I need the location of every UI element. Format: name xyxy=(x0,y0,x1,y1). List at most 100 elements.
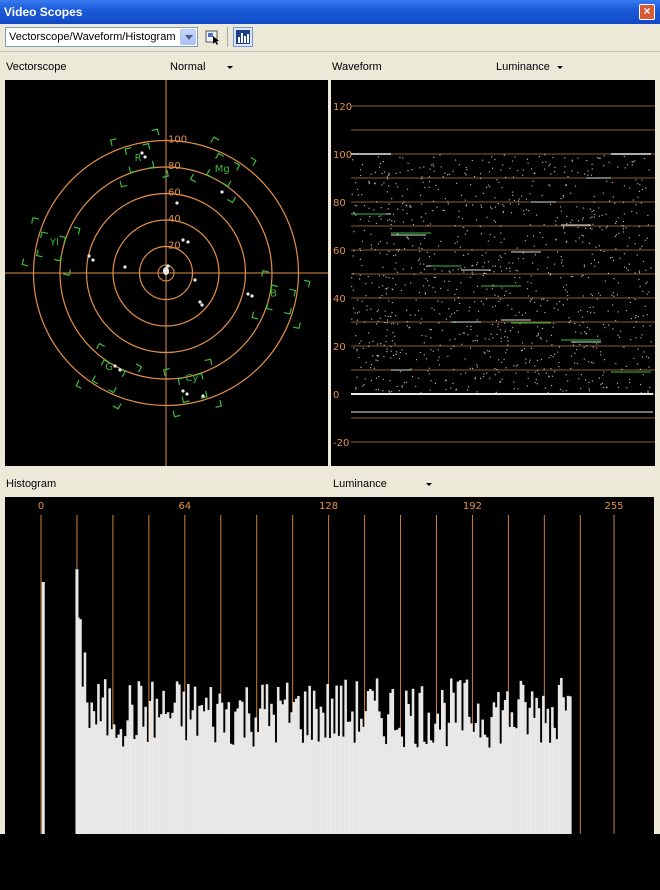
waveform-trace-dot xyxy=(465,174,467,176)
waveform-mode-dropdown[interactable]: Luminance xyxy=(496,61,550,73)
waveform-trace-dot xyxy=(390,350,392,352)
waveform-trace-dot xyxy=(354,204,356,206)
waveform-trace-dot xyxy=(382,378,384,381)
color-picker-button[interactable] xyxy=(203,27,223,47)
waveform-trace-dot xyxy=(473,291,475,293)
waveform-trace-dot xyxy=(518,203,520,205)
waveform-trace-dot xyxy=(554,220,557,222)
waveform-trace-dot xyxy=(445,380,447,382)
waveform-trace-dot xyxy=(455,388,457,390)
waveform-trace-dot xyxy=(428,176,430,178)
waveform-trace-dot xyxy=(517,257,520,260)
waveform-trace-dot xyxy=(444,172,446,174)
histogram-bar xyxy=(207,709,210,834)
waveform-trace-dot xyxy=(504,252,506,255)
waveform-trace-dot xyxy=(592,346,594,348)
histogram-mode-arrow-icon[interactable] xyxy=(426,483,432,486)
waveform-trace-dot xyxy=(476,366,478,368)
waveform-trace-dot xyxy=(429,328,431,331)
waveform-trace-dot xyxy=(526,385,528,387)
waveform-trace-dot xyxy=(533,245,535,247)
waveform-trace-dot xyxy=(419,351,421,354)
waveform-trace-dot xyxy=(521,314,524,316)
waveform-trace-dot xyxy=(603,250,605,253)
waveform-trace-dot xyxy=(454,299,456,301)
waveform-trace-dot xyxy=(480,300,482,303)
waveform-trace-dot xyxy=(469,347,472,349)
histogram-bar xyxy=(171,712,174,834)
waveform-trace-dot xyxy=(489,233,491,236)
waveform-trace-dot xyxy=(590,263,593,265)
histogram-bar xyxy=(438,729,442,834)
waveform-trace-dot xyxy=(517,388,519,390)
waveform-trace-dot xyxy=(434,291,436,293)
waveform-trace-dot xyxy=(411,375,414,378)
histogram-bar xyxy=(555,739,559,834)
histogram-bar xyxy=(510,712,514,834)
waveform-trace-dot xyxy=(464,266,466,268)
histogram-bar xyxy=(249,731,253,834)
waveform-trace-dot xyxy=(591,163,593,165)
waveform-trace-dot xyxy=(644,305,646,308)
waveform-trace-dot xyxy=(480,177,482,179)
waveform-trace-dot xyxy=(380,215,382,217)
chevron-down-icon[interactable] xyxy=(180,29,196,45)
waveform-trace-dot xyxy=(460,373,462,375)
waveform-trace-dot xyxy=(461,218,464,220)
waveform-trace-dot xyxy=(485,273,487,275)
waveform-trace-dot xyxy=(560,210,563,212)
waveform-trace-dot xyxy=(498,371,500,373)
waveform-trace-dot xyxy=(385,293,388,295)
histogram-bar xyxy=(85,702,89,834)
waveform-trace-dot xyxy=(565,184,567,186)
histogram-bar xyxy=(431,742,435,834)
waveform-trace-dot xyxy=(614,202,616,204)
waveform-trace-dot xyxy=(377,360,379,362)
histogram-mode-dropdown[interactable]: Luminance xyxy=(333,478,387,490)
waveform-trace-dot xyxy=(421,247,423,250)
waveform-trace-dot xyxy=(578,237,580,239)
waveform-trace-dot xyxy=(595,246,597,248)
waveform-trace-dot xyxy=(393,322,395,324)
waveform-trace-dot xyxy=(454,242,456,244)
waveform-trace-dot xyxy=(412,245,414,247)
waveform-trace-dot xyxy=(487,184,490,186)
histogram-bar xyxy=(270,703,273,834)
waveform-trace-dot xyxy=(412,223,415,226)
histogram-bar xyxy=(308,685,311,834)
waveform-trace-dot xyxy=(384,171,386,173)
waveform-scale-label: 40 xyxy=(333,294,346,305)
waveform-trace-dot xyxy=(615,248,617,250)
waveform-trace-dot xyxy=(471,159,473,162)
histogram-bar xyxy=(371,690,374,834)
histogram-bar xyxy=(384,744,388,834)
waveform-trace-dot xyxy=(596,157,599,159)
waveform-trace-dot xyxy=(611,294,613,296)
waveform-trace-dot xyxy=(383,344,385,346)
vectorscope-mode-dropdown[interactable]: Normal xyxy=(170,61,205,73)
waveform-trace-dot xyxy=(623,155,625,158)
close-button[interactable]: × xyxy=(639,4,655,20)
histogram-bar xyxy=(117,734,120,834)
waveform-trace-dot xyxy=(353,307,355,309)
histogram-view-button[interactable] xyxy=(233,27,253,47)
waveform-trace-dot xyxy=(379,317,381,319)
histogram-bar xyxy=(467,716,471,834)
waveform-trace-dot xyxy=(449,271,451,273)
scope-mode-select[interactable]: Vectorscope/Waveform/Histogram xyxy=(5,27,198,47)
waveform-mode-arrow-icon[interactable] xyxy=(557,66,563,69)
histogram-bar xyxy=(263,709,267,834)
waveform-trace-dot xyxy=(591,295,593,297)
waveform-trace-dot xyxy=(448,308,450,310)
waveform-trace-dot xyxy=(377,320,379,322)
waveform-trace-dot xyxy=(480,204,482,206)
waveform-trace-dot xyxy=(353,250,355,252)
histogram-bar xyxy=(330,698,334,834)
waveform-trace-dot xyxy=(469,367,471,369)
vectorscope-mode-arrow-icon[interactable] xyxy=(227,66,233,69)
waveform-trace-dot xyxy=(496,333,498,336)
waveform-trace-dot xyxy=(373,367,376,369)
waveform-trace-dot xyxy=(370,308,372,310)
waveform-trace-dot xyxy=(403,381,406,384)
waveform-trace-dot xyxy=(356,205,358,207)
